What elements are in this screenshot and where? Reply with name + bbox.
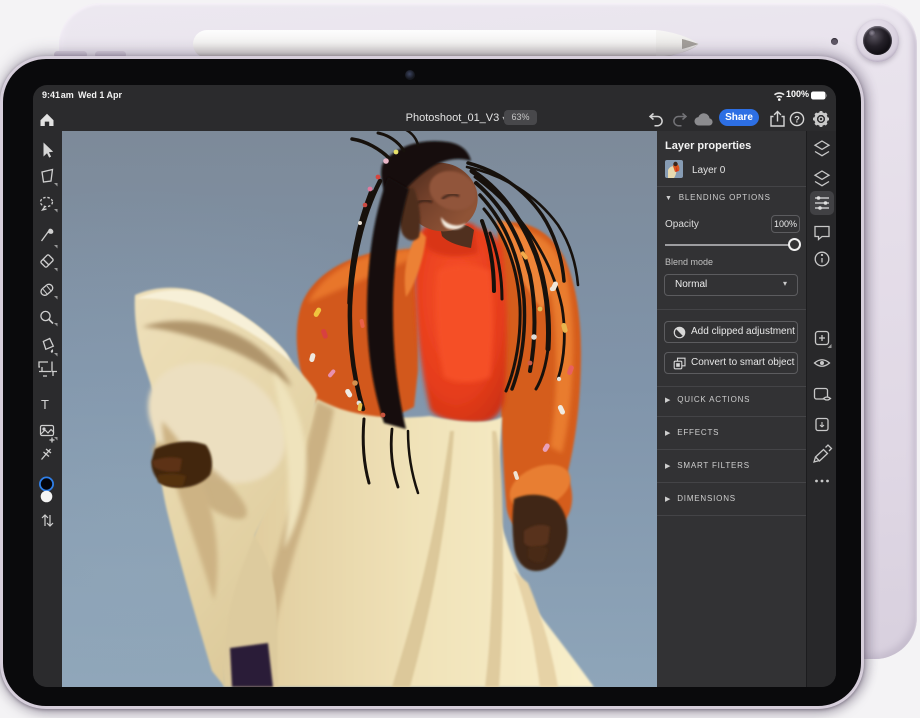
svg-text:?: ? xyxy=(794,115,800,126)
svg-text:T: T xyxy=(41,397,49,412)
